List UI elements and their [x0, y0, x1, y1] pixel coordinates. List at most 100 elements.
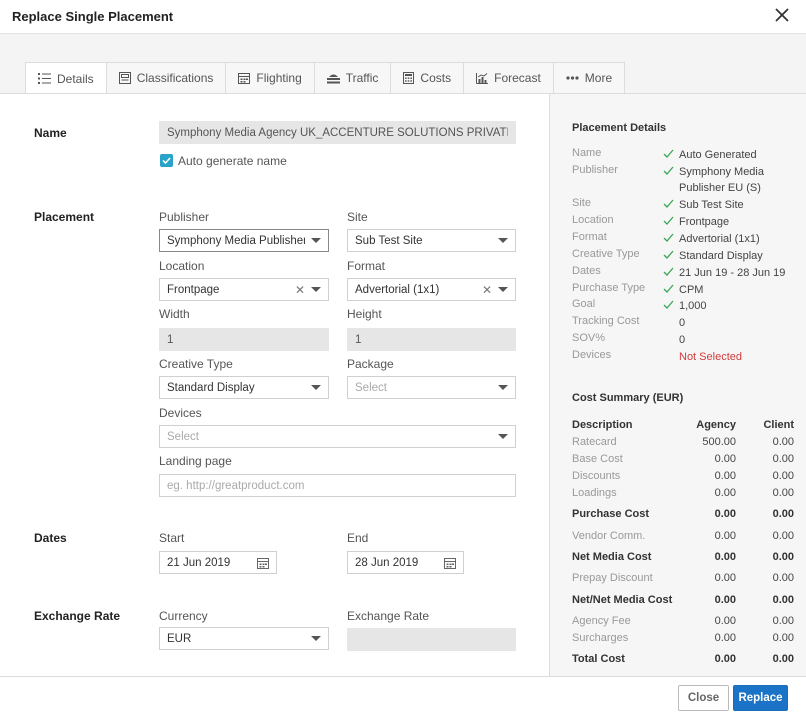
devices-select[interactable]: Select [159, 425, 516, 448]
clear-icon[interactable]: ✕ [295, 283, 305, 297]
calendar-icon [238, 73, 251, 84]
cost-label: Net Media Cost [572, 551, 652, 563]
client-value: 0.00 [772, 470, 794, 482]
cost-row: Net Media Cost 0.00 0.00 [572, 551, 794, 563]
check-icon [663, 199, 674, 208]
site-label: Site [347, 210, 368, 224]
width-field: 1 [159, 328, 329, 351]
detail-key: Purchase Type [572, 282, 646, 294]
height-label: Height [347, 307, 382, 321]
calculator-icon [403, 72, 415, 84]
tab-traffic[interactable]: Traffic [313, 62, 391, 94]
replace-button[interactable]: Replace [733, 685, 788, 711]
end-date-input[interactable]: 28 Jun 2019 [347, 551, 464, 574]
cost-label: Vendor Comm. [572, 530, 646, 542]
agency-value: 0.00 [714, 487, 736, 499]
agency-value: 0.00 [714, 530, 736, 542]
tab-label: Forecast [494, 71, 541, 85]
check-icon [663, 267, 674, 276]
agency-value: 0.00 [714, 632, 736, 644]
chevron-down-icon [498, 238, 508, 243]
landing-page-input[interactable]: eg. http://greatproduct.com [159, 474, 516, 497]
detail-value: 21 Jun 19 - 28 Jun 19 [679, 267, 786, 279]
chevron-down-icon [498, 434, 508, 439]
close-button[interactable]: Close [678, 685, 729, 711]
exchange-section-label: Exchange Rate [34, 609, 121, 623]
check-icon [663, 300, 674, 309]
currency-select[interactable]: EUR [159, 627, 329, 650]
tab-classifications[interactable]: Classifications [105, 62, 226, 94]
check-icon [663, 284, 674, 293]
calendar-icon[interactable] [444, 557, 456, 569]
format-select[interactable]: Advertorial (1x1) ✕ [347, 278, 516, 301]
location-select[interactable]: Frontpage ✕ [159, 278, 329, 301]
cost-row: Discounts 0.00 0.00 [572, 470, 794, 482]
width-label: Width [159, 307, 190, 321]
landing-page-label: Landing page [159, 454, 232, 468]
tab-costs[interactable]: Costs [390, 62, 464, 94]
cost-row: Total Cost 0.00 0.00 [572, 653, 794, 665]
client-value: 0.00 [772, 551, 794, 563]
dialog-header: Replace Single Placement [0, 0, 806, 34]
tab-label: More [584, 71, 613, 85]
clear-icon[interactable]: ✕ [482, 283, 492, 297]
publisher-select[interactable]: Symphony Media Publisher EU (S) [159, 229, 329, 252]
exchange-rate-field [347, 628, 516, 651]
client-value: 0.00 [772, 572, 794, 584]
placement-details-title: Placement Details [572, 122, 667, 134]
placement-section-label: Placement [34, 210, 95, 224]
detail-value: Frontpage [679, 216, 730, 228]
close-icon[interactable] [772, 5, 792, 25]
agency-value: 0.00 [714, 572, 736, 584]
forecast-chart-icon [476, 72, 489, 84]
cost-label: Total Cost [572, 653, 625, 665]
detail-key: Publisher [572, 164, 618, 176]
tab-bar: Details Classifications Flighting Traffi… [25, 62, 626, 95]
more-dots-icon [566, 76, 579, 80]
client-value: 0.00 [772, 453, 794, 465]
start-date-input[interactable]: 21 Jun 2019 [159, 551, 277, 574]
summary-panel: Placement Details Name Auto Generated Publ… [549, 93, 806, 676]
client-value: 0.00 [772, 615, 794, 627]
tab-label: Details [57, 71, 94, 86]
detail-key: Goal [572, 298, 596, 310]
detail-key: Tracking Cost [572, 315, 640, 327]
dialog-footer: Close Replace [0, 676, 806, 717]
site-select[interactable]: Sub Test Site [347, 229, 516, 252]
client-value: 0.00 [772, 436, 794, 448]
classifications-icon [118, 72, 131, 84]
auto-generate-checkbox[interactable] [160, 154, 173, 167]
dialog-title: Replace Single Placement [12, 9, 174, 24]
name-field: Symphony Media Agency UK_ACCENTURE SOLUT… [159, 121, 516, 144]
agency-value: 0.00 [714, 453, 736, 465]
check-icon [663, 233, 674, 242]
cost-row: Ratecard 500.00 0.00 [572, 436, 794, 448]
cost-row: Purchase Cost 0.00 0.00 [572, 508, 794, 520]
location-label: Location [159, 259, 205, 273]
tab-more[interactable]: More [552, 62, 626, 94]
check-icon [663, 216, 674, 225]
calendar-icon[interactable] [257, 557, 269, 569]
check-icon [162, 157, 171, 165]
traffic-icon [326, 74, 340, 83]
exchange-rate-label: Exchange Rate [347, 609, 430, 623]
chevron-down-icon [311, 385, 321, 390]
tab-label: Costs [420, 71, 452, 85]
tab-label: Flighting [256, 71, 302, 85]
cost-label: Discounts [572, 470, 621, 482]
creative-type-select[interactable]: Standard Display [159, 376, 329, 399]
cost-label: Loadings [572, 487, 617, 499]
check-icon [663, 149, 674, 158]
client-value: 0.00 [772, 632, 794, 644]
tab-forecast[interactable]: Forecast [463, 62, 553, 94]
auto-generate-label: Auto generate name [178, 154, 287, 168]
check-icon [663, 250, 674, 259]
detail-key: Location [572, 214, 614, 226]
height-field: 1 [347, 328, 516, 351]
detail-value: CPM [679, 284, 704, 296]
tab-details[interactable]: Details [25, 62, 106, 95]
detail-value: Auto Generated [679, 149, 757, 161]
tab-flighting[interactable]: Flighting [225, 62, 314, 94]
package-select[interactable]: Select [347, 376, 516, 399]
chevron-down-icon [311, 636, 321, 641]
